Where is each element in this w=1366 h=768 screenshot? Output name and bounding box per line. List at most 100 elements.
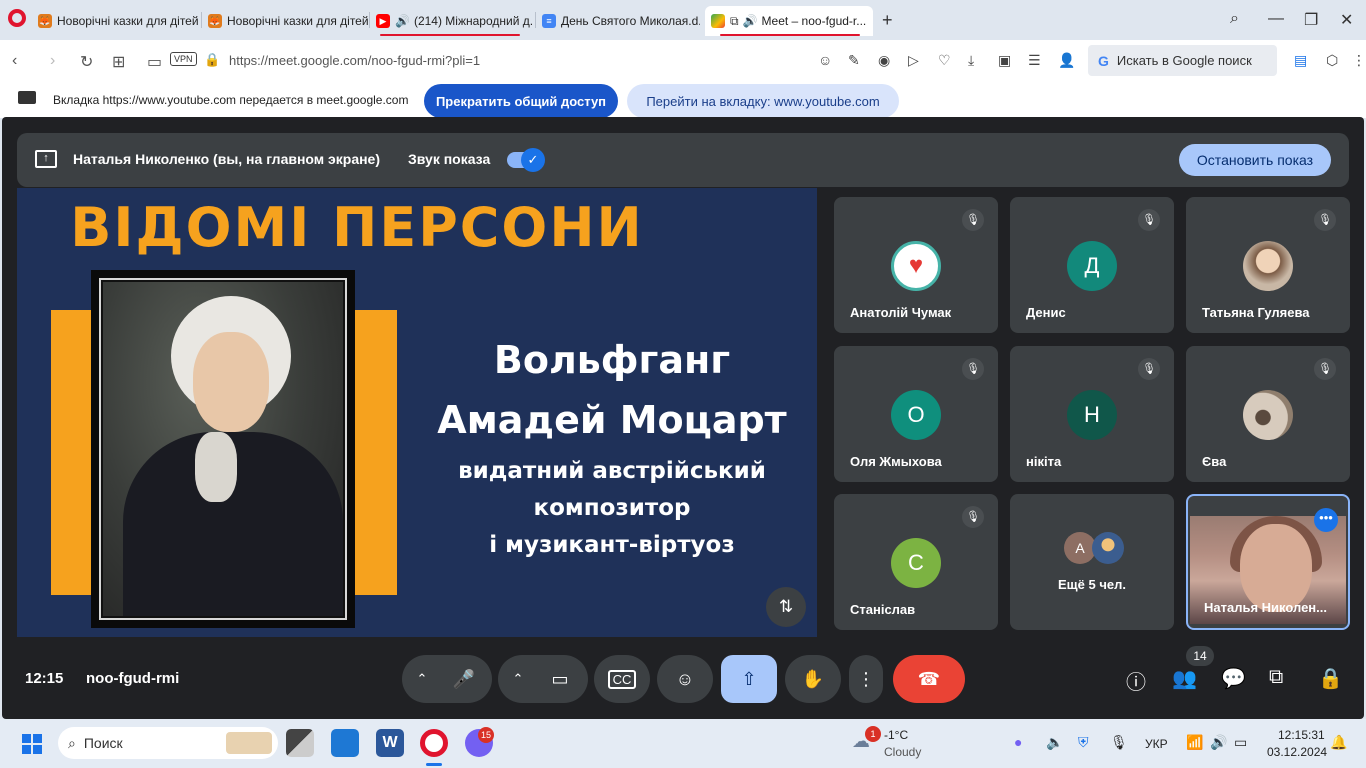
avatar [1092,532,1124,564]
volume-red-icon[interactable]: 🔈 [1046,734,1063,751]
present-button[interactable]: ⇧ [721,655,777,703]
picture-in-picture-icon[interactable]: ⧉ [730,14,739,29]
url-field[interactable]: https://meet.google.com/noo-fgud-rmi?pli… [229,53,480,68]
forward-icon[interactable]: › [50,52,55,70]
participant-tile[interactable]: 🎙 Н нікіта [1010,346,1174,482]
new-tab-button[interactable]: + [882,10,893,31]
slide-desc-line2: композитор [533,495,691,521]
clock-date[interactable]: 03.12.2024 [1267,745,1327,759]
opera-logo-icon[interactable] [8,9,26,27]
microphone-button[interactable]: 🎤 [436,655,492,703]
battery-saver-icon[interactable]: ▣ [998,52,1011,69]
meeting-info-icon[interactable]: ⓘ [1126,666,1146,695]
word-icon[interactable]: W [376,729,404,757]
slide-desc-line3: і музикант-віртуоз [489,532,735,558]
download-icon[interactable]: ⤓ [968,52,974,69]
speaker-icon[interactable]: 🔊 [1210,734,1227,751]
tab-1[interactable]: 🦊 Новорічні казки для дітей [202,6,368,36]
tab-4-active[interactable]: ⧉ 🔊 Meet – noo-fgud-r... [705,6,873,36]
send-icon[interactable]: ▷ [908,52,919,69]
search-tabs-icon[interactable]: ⌕ [1230,10,1239,28]
microphone-tray-icon[interactable]: 🎙 [1110,734,1128,751]
google-search-box[interactable]: G Искать в Google поиск [1088,45,1277,76]
more-participants-tile[interactable]: А Ещё 5 чел. [1010,494,1174,630]
extensions-cube-icon[interactable]: ⬡ [1326,52,1338,69]
windows-start-icon[interactable] [22,734,42,754]
input-language[interactable]: УКР [1145,737,1168,751]
participant-tile[interactable]: 🎙 Д Денис [1010,197,1174,333]
minimize-button[interactable]: — [1268,10,1284,28]
participant-tile[interactable]: 🎙 Єва [1186,346,1350,482]
emoji-icon[interactable]: ☺ [818,52,832,68]
meeting-time: 12:15 [25,670,64,687]
edit-icon[interactable]: ✎ [848,52,860,69]
clock-time[interactable]: 12:15:31 [1278,728,1325,742]
leave-call-button[interactable]: ☎ [893,655,965,703]
notification-bell-icon[interactable]: 🔔 [1330,734,1347,751]
slide-title: ВІДОМІ ПЕРСОНИ [70,196,644,259]
captions-button[interactable]: CC [594,655,650,703]
host-controls-icon[interactable]: 🔒 [1318,666,1343,691]
avatar [1243,390,1293,440]
viber-tray-icon[interactable]: ● [1014,734,1022,750]
speaker-icon[interactable]: 🔊 [743,14,758,28]
mic-off-icon: 🎙 [1138,209,1160,231]
people-icon[interactable]: 👥 [1172,666,1197,691]
present-screen-icon: ⇧ [741,668,757,689]
stop-sharing-button[interactable]: Прекратить общий доступ [424,84,618,118]
defender-icon[interactable]: ⛨ [1078,734,1089,751]
presentation-sound-toggle[interactable]: ✓ [507,148,545,172]
swap-layout-icon[interactable]: ⇅ [766,587,806,627]
menu-kebab-icon[interactable]: ⋮ [1352,52,1366,69]
reactions-button[interactable]: ☺ [657,655,713,703]
browser-tab-bar: 🦊 Новорічні казки для дітей 🦊 Новорічні … [0,0,1366,38]
go-to-tab-button[interactable]: Перейти на вкладку: www.youtube.com [627,84,899,118]
camera-button[interactable]: ▭ [532,655,588,703]
end-call-icon: ☎ [917,668,941,689]
speaker-icon[interactable]: 🔊 [395,14,410,28]
tab-0[interactable]: 🦊 Новорічні казки для дітей [32,6,200,36]
vpn-badge[interactable]: VPN [170,52,197,66]
wifi-icon[interactable]: 📶 [1186,734,1203,751]
back-icon[interactable]: ‹ [12,52,17,70]
weather-desc[interactable]: Cloudy [884,745,921,759]
tab-3[interactable]: ≡ День Святого Миколая.d... [536,6,700,36]
more-options-button[interactable]: ⋮ [849,655,883,703]
task-view-icon[interactable] [286,729,314,757]
participant-tile[interactable]: 🎙 ♥ Анатолій Чумак [834,197,998,333]
battery-icon[interactable]: ▭ [1234,734,1247,751]
close-window-button[interactable]: ✕ [1340,10,1353,30]
mozart-portrait [103,282,343,616]
slide-name-line1: Вольфганг [493,338,731,382]
easy-setup-icon[interactable]: ☰ [1028,52,1041,69]
restore-button[interactable]: ❐ [1304,10,1318,30]
participant-tile[interactable]: 🎙 Татьяна Гуляева [1186,197,1350,333]
participant-name: Оля Жмыхова [850,454,942,469]
weather-temp[interactable]: -1°C [884,728,908,742]
participant-tile[interactable]: 🎙 С Станіслав [834,494,998,630]
participant-tile[interactable]: 🎙 О Оля Жмыхова [834,346,998,482]
reload-icon[interactable]: ↻ [80,52,93,72]
self-video-tile[interactable]: ••• Наталья Николен... [1186,494,1350,630]
heart-icon[interactable]: ♡ [938,52,951,69]
stop-presenting-button[interactable]: Остановить показ [1179,144,1331,176]
emoji-icon: ☺ [675,668,695,689]
store-icon[interactable] [331,729,359,757]
opera-taskbar-icon[interactable] [420,729,448,757]
camera-icon[interactable]: ▭ [147,52,162,72]
snapshot-icon[interactable]: ◉ [878,52,890,69]
tab-2[interactable]: ▶ 🔊 (214) Міжнародний д... [370,6,534,36]
profile-icon[interactable]: 👤 [1058,52,1075,69]
more-options-icon[interactable]: ••• [1314,508,1338,532]
youtube-icon: ▶ [376,14,390,28]
chat-icon[interactable]: 💬 [1221,666,1246,691]
activities-icon[interactable]: ⧉ [1269,666,1283,689]
lock-icon[interactable]: 🔒 [204,52,220,68]
raise-hand-button[interactable]: ✋ [785,655,841,703]
speed-dial-icon[interactable]: ⊞ [112,52,125,72]
windows-taskbar: ⌕ Поиск W 15 ☁ 1 -1°C Cloudy ● 🔈 ⛨ 🎙 УКР… [0,719,1366,768]
screen-share-icon [18,91,36,104]
taskbar-search[interactable]: ⌕ Поиск [58,727,278,759]
slide-desc-line1: видатний австрійський [458,458,766,484]
sidebar-panel-icon[interactable]: ▤ [1294,52,1307,69]
